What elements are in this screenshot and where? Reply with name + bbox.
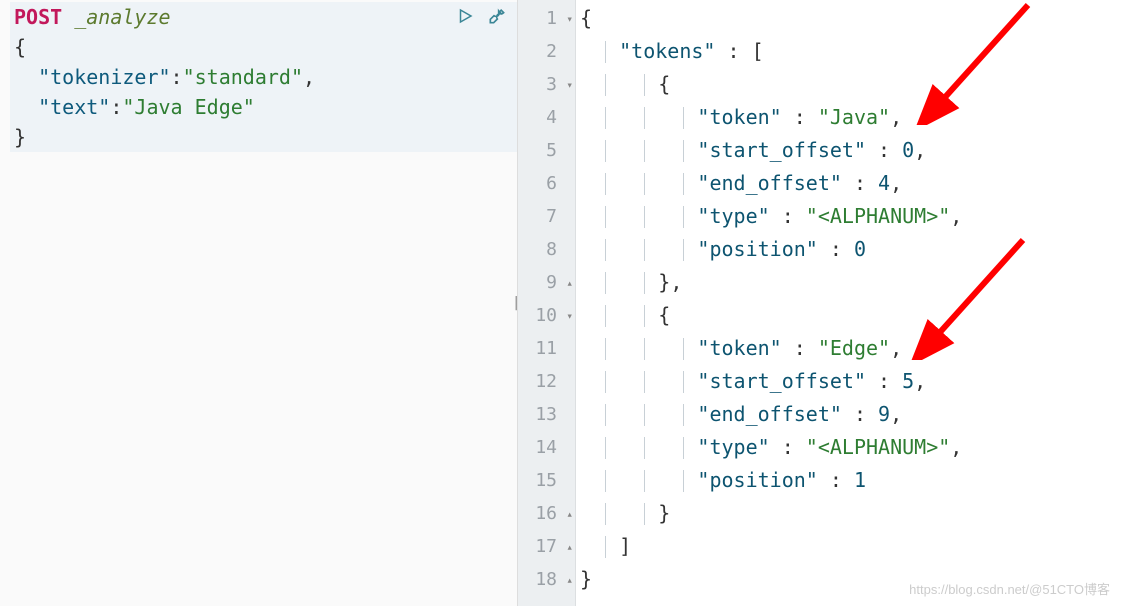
response-line: "token" : "Java",	[580, 101, 1122, 134]
line-number: 6	[518, 167, 575, 200]
watermark: https://blog.csdn.net/@51CTO博客	[909, 579, 1110, 598]
response-line: "token" : "Edge",	[580, 332, 1122, 365]
line-number: 10▾	[518, 299, 575, 332]
line-number: 1▾	[518, 2, 575, 35]
line-gutter: 1▾23▾456789▴10▾111213141516▴17▴18▴	[518, 0, 576, 606]
line-number: 8	[518, 233, 575, 266]
response-panel: || 1▾23▾456789▴10▾111213141516▴17▴18▴ { …	[518, 0, 1122, 606]
run-icon[interactable]	[453, 4, 477, 28]
line-number: 17▴	[518, 530, 575, 563]
line-number: 15	[518, 464, 575, 497]
line-number: 2	[518, 35, 575, 68]
response-line: "position" : 0	[580, 233, 1122, 266]
response-line: {	[580, 68, 1122, 101]
line-number: 14	[518, 431, 575, 464]
response-line: {	[580, 299, 1122, 332]
response-line: "end_offset" : 4,	[580, 167, 1122, 200]
response-line: "position" : 1	[580, 464, 1122, 497]
wrench-icon[interactable]	[485, 4, 509, 28]
line-number: 11	[518, 332, 575, 365]
line-number: 7	[518, 200, 575, 233]
fold-icon[interactable]: ▴	[566, 266, 573, 299]
fold-icon[interactable]: ▾	[566, 299, 573, 332]
line-number: 3▾	[518, 68, 575, 101]
fold-icon[interactable]: ▴	[566, 497, 573, 530]
response-viewer: { "tokens" : [ { "token" : "Java", "star…	[580, 2, 1122, 596]
line-number: 13	[518, 398, 575, 431]
line-number: 5	[518, 134, 575, 167]
request-panel: POST _analyze{ "tokenizer":"standard", "…	[0, 0, 518, 606]
response-line: "start_offset" : 0,	[580, 134, 1122, 167]
fold-icon[interactable]: ▾	[566, 68, 573, 101]
response-line: "tokens" : [	[580, 35, 1122, 68]
line-number: 18▴	[518, 563, 575, 596]
response-line: }	[580, 497, 1122, 530]
response-line: },	[580, 266, 1122, 299]
line-number: 4	[518, 101, 575, 134]
response-line: "type" : "<ALPHANUM>",	[580, 431, 1122, 464]
line-number: 9▴	[518, 266, 575, 299]
response-line: "end_offset" : 9,	[580, 398, 1122, 431]
response-line: "type" : "<ALPHANUM>",	[580, 200, 1122, 233]
request-editor[interactable]: POST _analyze{ "tokenizer":"standard", "…	[0, 0, 517, 154]
line-number: 16▴	[518, 497, 575, 530]
fold-icon[interactable]: ▴	[566, 563, 573, 596]
fold-icon[interactable]: ▾	[566, 2, 573, 35]
response-line: ]	[580, 530, 1122, 563]
response-line: {	[580, 2, 1122, 35]
fold-icon[interactable]: ▴	[566, 530, 573, 563]
line-number: 12	[518, 365, 575, 398]
response-line: "start_offset" : 5,	[580, 365, 1122, 398]
